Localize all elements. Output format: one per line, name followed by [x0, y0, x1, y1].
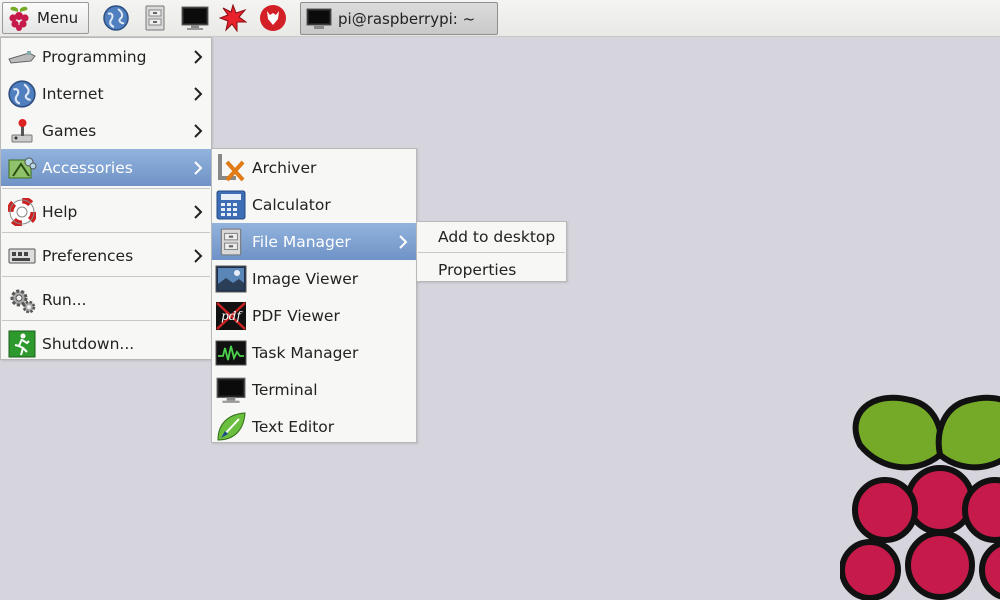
preferences-icon [6, 240, 38, 272]
chevron-right-icon [194, 49, 203, 64]
taskbar: Menu pi@raspberrypi: ~ [0, 0, 1000, 37]
chevron-right-icon [194, 248, 203, 263]
accessories-submenu: Archiver Calculator File Manager Image V… [211, 148, 417, 443]
internet-globe-icon [6, 78, 38, 110]
menu-item-internet[interactable]: Internet [1, 75, 211, 112]
mathematica-launcher[interactable] [218, 3, 248, 33]
menu-separator [2, 188, 210, 189]
menu-item-programming[interactable]: Programming [1, 38, 211, 75]
file-manager-icon [145, 5, 165, 31]
application-menu: Programming Internet Games Accessories H… [0, 37, 212, 360]
submenu-item-pdf-viewer[interactable]: pdf PDF Viewer [212, 297, 416, 334]
submenu-item-image-viewer[interactable]: Image Viewer [212, 260, 416, 297]
pdf-icon: pdf [215, 300, 247, 332]
terminal-launcher[interactable] [180, 3, 210, 33]
web-browser-launcher[interactable] [101, 3, 131, 33]
terminal-window-task-button[interactable]: pi@raspberrypi: ~ [300, 2, 498, 35]
calculator-icon [215, 189, 247, 221]
chevron-right-icon [194, 86, 203, 101]
submenu-item-file-manager[interactable]: File Manager [212, 223, 416, 260]
wolfram-icon [260, 5, 286, 31]
menu-separator [2, 276, 210, 277]
chevron-right-icon [194, 123, 203, 138]
raspberry-pi-logo-watermark [840, 394, 1000, 600]
submenu-item-task-manager[interactable]: Task Manager [212, 334, 416, 371]
submenu-item-text-editor[interactable]: Text Editor [212, 408, 416, 445]
menu-separator [418, 252, 565, 253]
archiver-icon [215, 152, 247, 184]
file-manager-context-menu: Add to desktop Properties [416, 221, 567, 282]
submenu-item-terminal[interactable]: Terminal [212, 371, 416, 408]
chevron-right-icon [194, 204, 203, 219]
menu-item-shutdown[interactable]: Shutdown... [1, 325, 211, 362]
terminal-icon [306, 8, 332, 29]
wolfram-launcher[interactable] [258, 3, 288, 33]
joystick-icon [6, 115, 38, 147]
task-button-label: pi@raspberrypi: ~ [338, 9, 476, 28]
menu-separator [2, 232, 210, 233]
menu-item-accessories[interactable]: Accessories [1, 149, 211, 186]
submenu-item-calculator[interactable]: Calculator [212, 186, 416, 223]
chevron-right-icon [399, 234, 408, 249]
programming-icon [6, 41, 38, 73]
chevron-right-icon [194, 160, 203, 175]
file-manager-icon [215, 226, 247, 258]
gear-icon [6, 284, 38, 316]
terminal-icon [215, 374, 247, 406]
text-editor-icon [215, 411, 247, 443]
menu-item-help[interactable]: Help [1, 193, 211, 230]
svg-text:pdf: pdf [221, 309, 243, 323]
submenu-item-archiver[interactable]: Archiver [212, 149, 416, 186]
accessories-icon [6, 152, 38, 184]
menu-item-preferences[interactable]: Preferences [1, 237, 211, 274]
menu-item-games[interactable]: Games [1, 112, 211, 149]
menu-item-run[interactable]: Run... [1, 281, 211, 318]
exit-icon [6, 328, 38, 360]
task-manager-icon [215, 337, 247, 369]
start-menu-label: Menu [37, 9, 79, 27]
lifebuoy-icon [6, 196, 38, 228]
raspberry-pi-icon [9, 6, 29, 31]
terminal-icon [181, 6, 209, 30]
web-browser-icon [103, 5, 129, 31]
start-menu-button[interactable]: Menu [2, 2, 89, 34]
file-manager-launcher[interactable] [140, 3, 170, 33]
image-viewer-icon [215, 263, 247, 295]
mathematica-icon [219, 4, 247, 32]
context-item-add-to-desktop[interactable]: Add to desktop [417, 222, 566, 252]
context-item-properties[interactable]: Properties [417, 255, 566, 285]
menu-separator [2, 320, 210, 321]
